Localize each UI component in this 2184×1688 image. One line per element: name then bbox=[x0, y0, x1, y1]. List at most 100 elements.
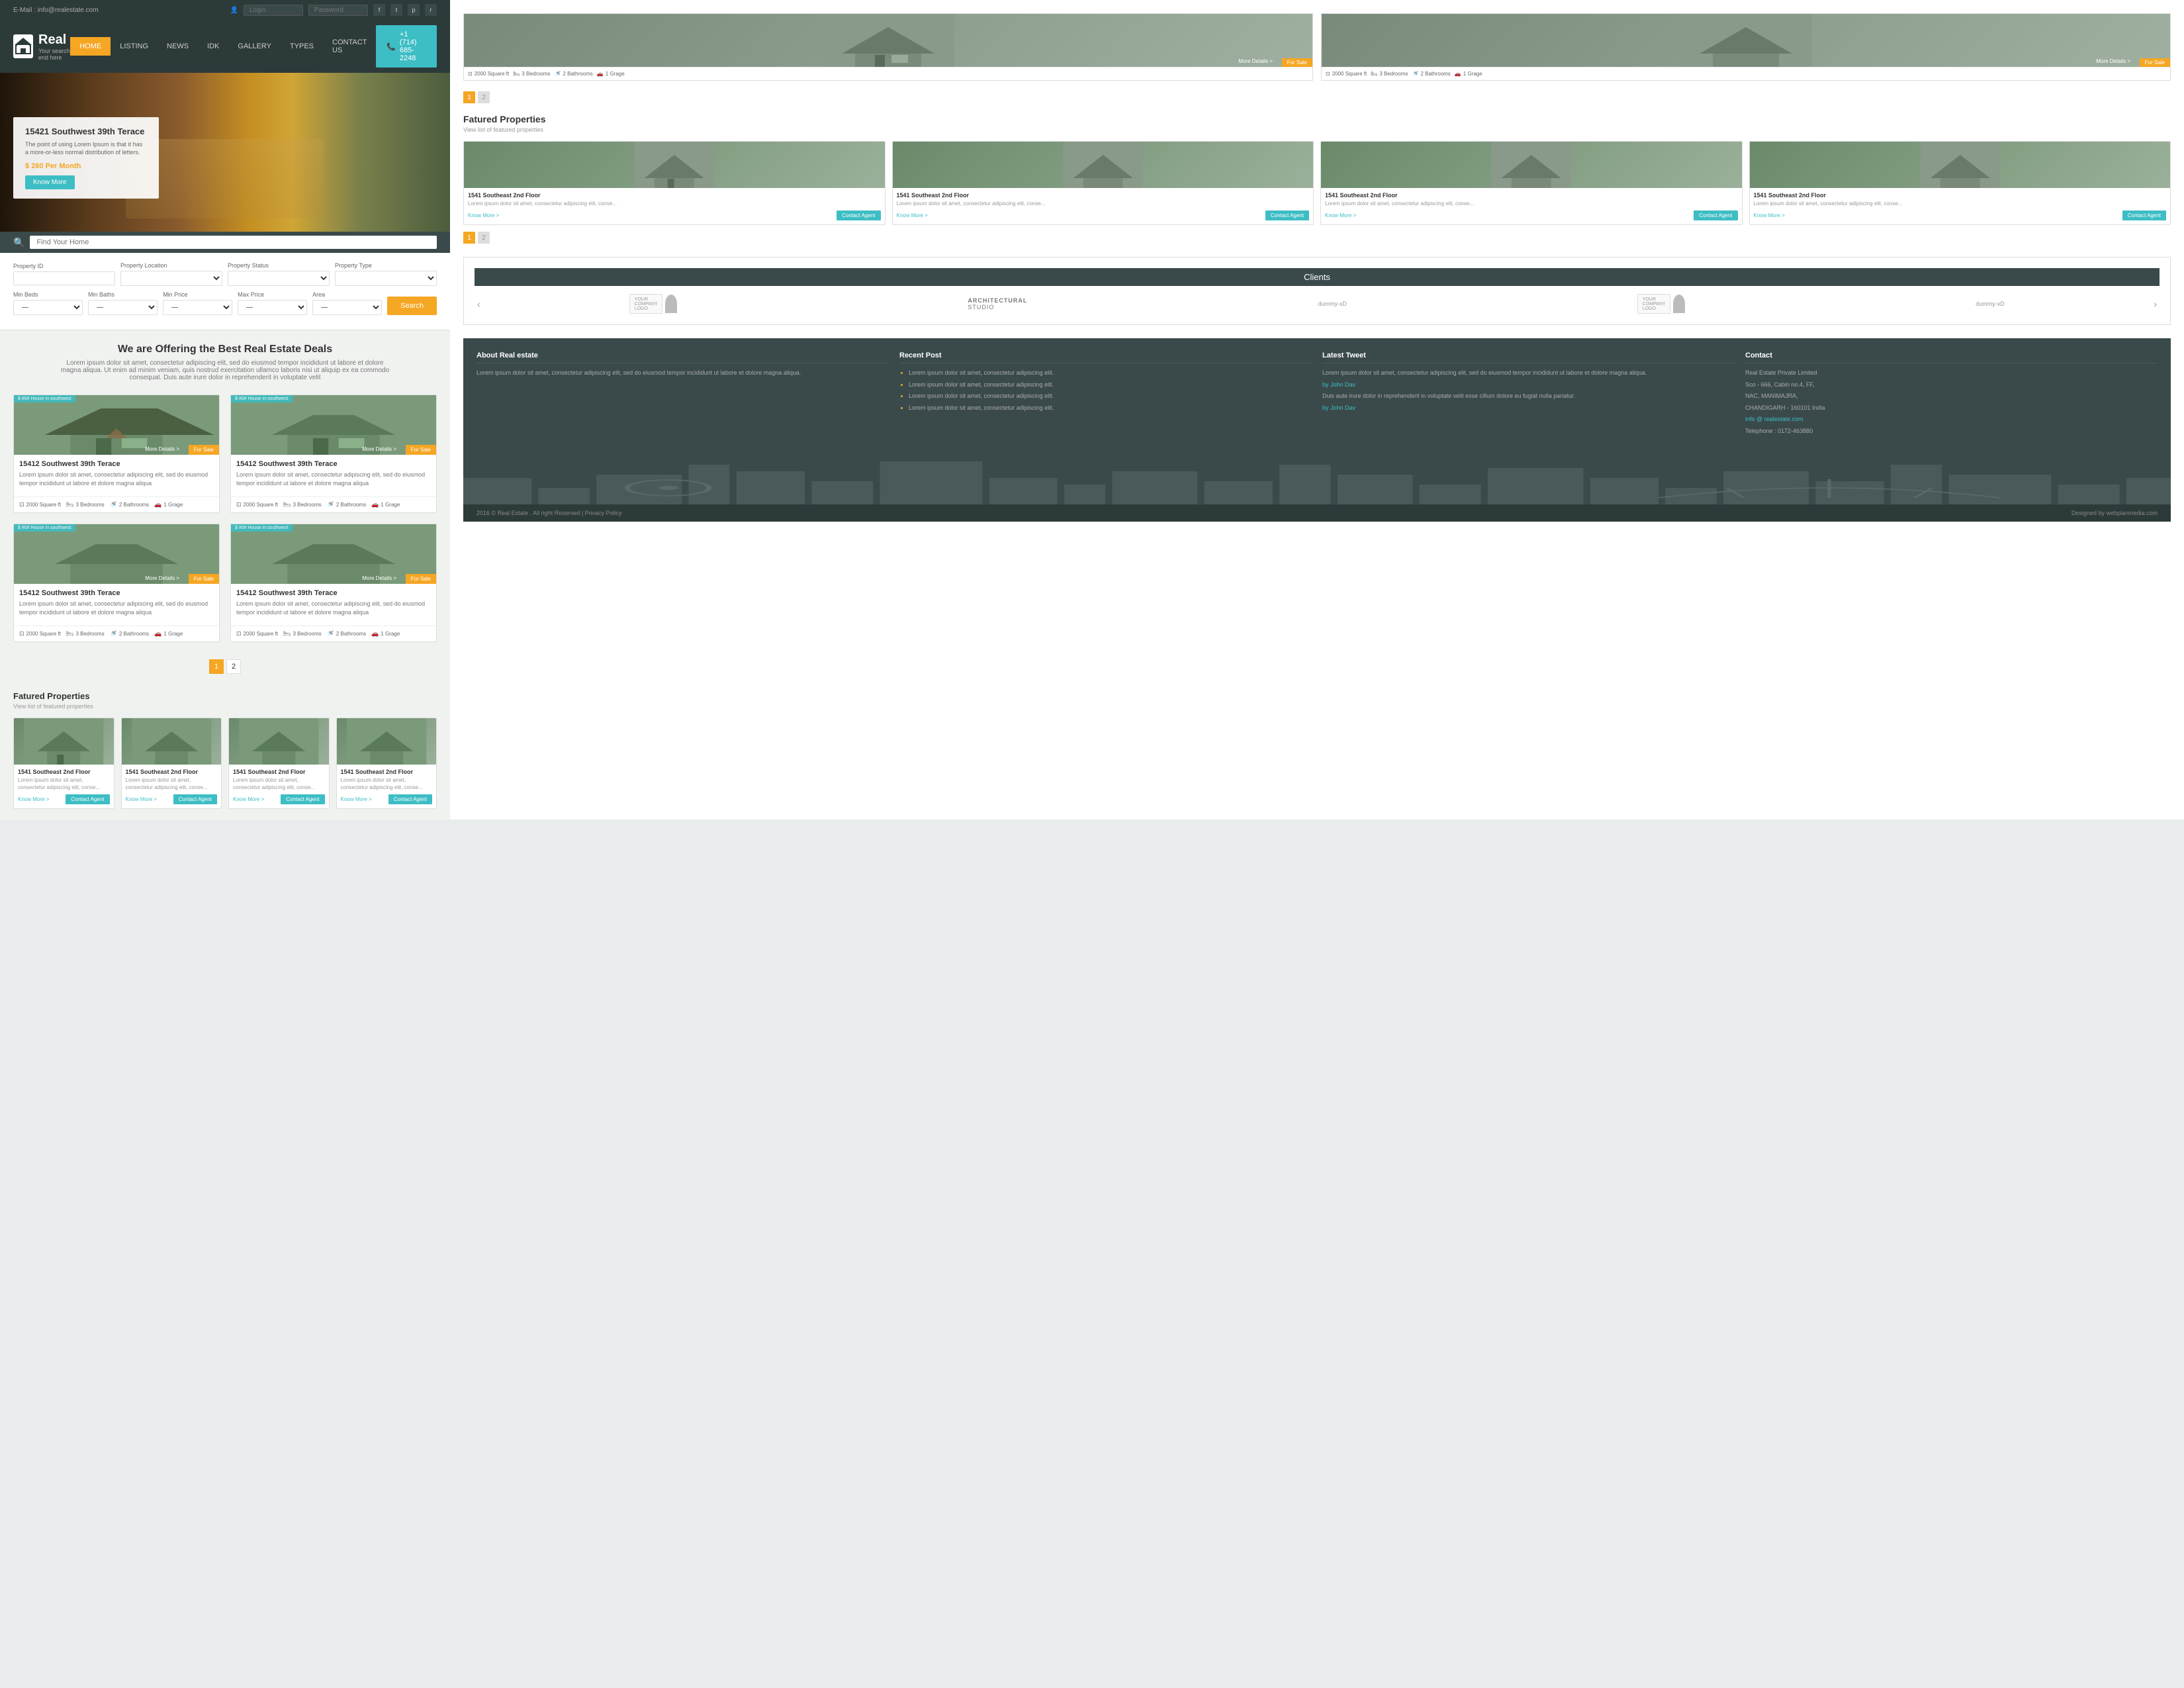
featured-desc-3: Lorem ipsum dolor sit amet, consectetur … bbox=[233, 777, 325, 791]
right-feat-link-3[interactable]: Know More > bbox=[1325, 212, 1356, 218]
hero-price: $ 260 Per Month bbox=[25, 162, 147, 170]
page-btn-1[interactable]: 1 bbox=[209, 659, 224, 674]
featured-title-left: Fatured Properties bbox=[13, 691, 437, 701]
featured-contact-4[interactable]: Contact Agent bbox=[388, 794, 432, 804]
min-price-label: Min Price bbox=[163, 291, 232, 298]
right-feat-btn-2[interactable]: Contact Agent bbox=[1265, 211, 1309, 220]
right-specs-1: ⊡2000 Square ft 🛏3 Bedrooms 🚿2 Bathrooms… bbox=[464, 67, 1312, 80]
right-feat-link-1[interactable]: Know More > bbox=[468, 212, 499, 218]
featured-img-3 bbox=[229, 718, 329, 765]
featured-contact-3[interactable]: Contact Agent bbox=[281, 794, 324, 804]
right-feat-link-4[interactable]: Know More > bbox=[1754, 212, 1785, 218]
right-featured-section: Fatured Properties View list of featured… bbox=[463, 114, 2171, 244]
right-feat-btn-3[interactable]: Contact Agent bbox=[1694, 211, 1737, 220]
more-details-link-3[interactable]: More Details > bbox=[145, 575, 179, 581]
featured-know-more-1[interactable]: Know More > bbox=[18, 796, 49, 802]
nav-gallery[interactable]: GALLERY bbox=[228, 37, 281, 56]
footer-about-title: About Real estate bbox=[477, 352, 889, 363]
spec-beds-4: 🛏3 Bedrooms bbox=[283, 630, 322, 637]
area-select[interactable]: — bbox=[312, 300, 382, 315]
carousel-next-top[interactable]: 2 bbox=[478, 91, 490, 103]
right-featured-img-4 bbox=[1750, 142, 2171, 188]
carousel-prev-featured[interactable]: 1 bbox=[463, 232, 475, 244]
right-featured-card-3: 1541 Southeast 2nd Floor Lorem ipsum dol… bbox=[1320, 141, 1743, 225]
property-desc-4: Lorem ipsum dolor sit amet, consectetur … bbox=[236, 600, 431, 616]
pinterest-icon[interactable]: p bbox=[408, 4, 420, 16]
twitter-icon[interactable]: t bbox=[390, 4, 402, 16]
nav-contact[interactable]: CONTACT US bbox=[323, 33, 376, 60]
right-more-details-2[interactable]: More Details > bbox=[2096, 58, 2130, 64]
right-feat-btn-4[interactable]: Contact Agent bbox=[2122, 211, 2166, 220]
property-tag-1: $ #0# House in southwest bbox=[14, 395, 75, 402]
hero-know-more-button[interactable]: Know More bbox=[25, 175, 75, 189]
login-input[interactable] bbox=[244, 5, 303, 16]
spec-sqft-2: ⊡2000 Square ft bbox=[236, 501, 278, 508]
max-price-label: Max Price bbox=[238, 291, 307, 298]
min-beds-label: Min Beds bbox=[13, 291, 83, 298]
footer-addr1: Sco - 666, Cabin no.4, FF, bbox=[1745, 381, 2158, 390]
featured-know-more-2[interactable]: Know More > bbox=[126, 796, 157, 802]
footer-latest-tweet: Latest Tweet Lorem ipsum dolor sit amet,… bbox=[1322, 352, 1735, 438]
right-featured-img-3 bbox=[1321, 142, 1742, 188]
min-baths-select[interactable]: — bbox=[88, 300, 158, 315]
spec-sqft-3: ⊡2000 Square ft bbox=[19, 630, 61, 637]
nav-news[interactable]: NEWS bbox=[158, 37, 198, 56]
rss-icon[interactable]: r bbox=[425, 4, 437, 16]
right-card-img-1: For Sale More Details > bbox=[464, 14, 1312, 67]
featured-carousel-buttons: 1 2 bbox=[463, 232, 2171, 244]
property-type-select[interactable] bbox=[335, 271, 437, 286]
clients-prev-arrow[interactable]: ‹ bbox=[475, 296, 483, 312]
client-arch-logo: ARCHITECTURALSTUDIO bbox=[968, 297, 1027, 310]
property-status-select[interactable] bbox=[228, 271, 330, 286]
spec-sqft-4: ⊡2000 Square ft bbox=[236, 630, 278, 637]
phone-button[interactable]: 📞 +1 (714) 685-2248 bbox=[376, 25, 437, 68]
property-card-3: $ #0# House in southwest More Details > … bbox=[13, 524, 220, 642]
property-location-select[interactable] bbox=[120, 271, 222, 286]
right-feat-btn-1[interactable]: Contact Agent bbox=[837, 211, 880, 220]
client-logo-box-2: YOURCOMPANYLOGO bbox=[1637, 294, 1670, 314]
featured-contact-1[interactable]: Contact Agent bbox=[66, 794, 109, 804]
more-details-link-1[interactable]: More Details > bbox=[145, 446, 179, 452]
right-feat-link-2[interactable]: Know More > bbox=[897, 212, 928, 218]
footer-bottom: 2016 © Real Estate . All right Reserved … bbox=[463, 504, 2171, 522]
carousel-next-featured[interactable]: 2 bbox=[478, 232, 490, 244]
client-figure-2 bbox=[1673, 295, 1685, 313]
property-tag-3: $ #0# House in southwest bbox=[14, 524, 75, 532]
page-btn-2[interactable]: 2 bbox=[226, 659, 241, 674]
nav-home[interactable]: HOME bbox=[70, 37, 111, 56]
right-more-details-1[interactable]: More Details > bbox=[1238, 58, 1273, 64]
client-figure-1 bbox=[665, 295, 677, 313]
property-id-input[interactable] bbox=[13, 271, 115, 285]
client-logo-1: YOURCOMPANYLOGO bbox=[629, 294, 677, 314]
nav-listing[interactable]: LISTING bbox=[111, 37, 158, 56]
min-beds-select[interactable]: — bbox=[13, 300, 83, 315]
logo-brand: Real bbox=[38, 32, 70, 48]
featured-know-more-3[interactable]: Know More > bbox=[233, 796, 264, 802]
right-featured-card-1: 1541 Southeast 2nd Floor Lorem ipsum dol… bbox=[463, 141, 886, 225]
featured-contact-2[interactable]: Contact Agent bbox=[173, 794, 217, 804]
featured-know-more-4[interactable]: Know More > bbox=[341, 796, 372, 802]
find-home-input[interactable] bbox=[30, 236, 437, 249]
featured-img-1 bbox=[14, 718, 114, 765]
logo-tagline: Your search end here bbox=[38, 48, 70, 61]
min-price-select[interactable]: — bbox=[163, 300, 232, 315]
footer-contact-title: Contact bbox=[1745, 352, 2158, 363]
nav-idk[interactable]: IDK bbox=[198, 37, 228, 56]
search-button[interactable]: Search bbox=[387, 297, 437, 315]
clients-title: Clients bbox=[475, 268, 2160, 286]
max-price-select[interactable]: — bbox=[238, 300, 307, 315]
carousel-prev-top[interactable]: 1 bbox=[463, 91, 475, 103]
property-status-field: Property Status bbox=[228, 262, 330, 286]
more-details-link-2[interactable]: More Details > bbox=[362, 446, 396, 452]
for-sale-badge-1: For Sale bbox=[189, 445, 219, 455]
facebook-icon[interactable]: f bbox=[373, 4, 385, 16]
nav-types[interactable]: TYPES bbox=[281, 37, 323, 56]
right-card-img-2: For Sale More Details > bbox=[1322, 14, 2170, 67]
password-input[interactable] bbox=[308, 5, 368, 16]
property-title-3: 15412 Southwest 39th Terace bbox=[19, 589, 214, 597]
clients-next-arrow[interactable]: › bbox=[2151, 296, 2160, 312]
client-logo-4: YOURCOMPANYLOGO bbox=[1637, 294, 1685, 314]
property-title-2: 15412 Southwest 39th Terace bbox=[236, 460, 431, 468]
phone-number: +1 (714) 685-2248 bbox=[400, 30, 426, 62]
more-details-link-4[interactable]: More Details > bbox=[362, 575, 396, 581]
